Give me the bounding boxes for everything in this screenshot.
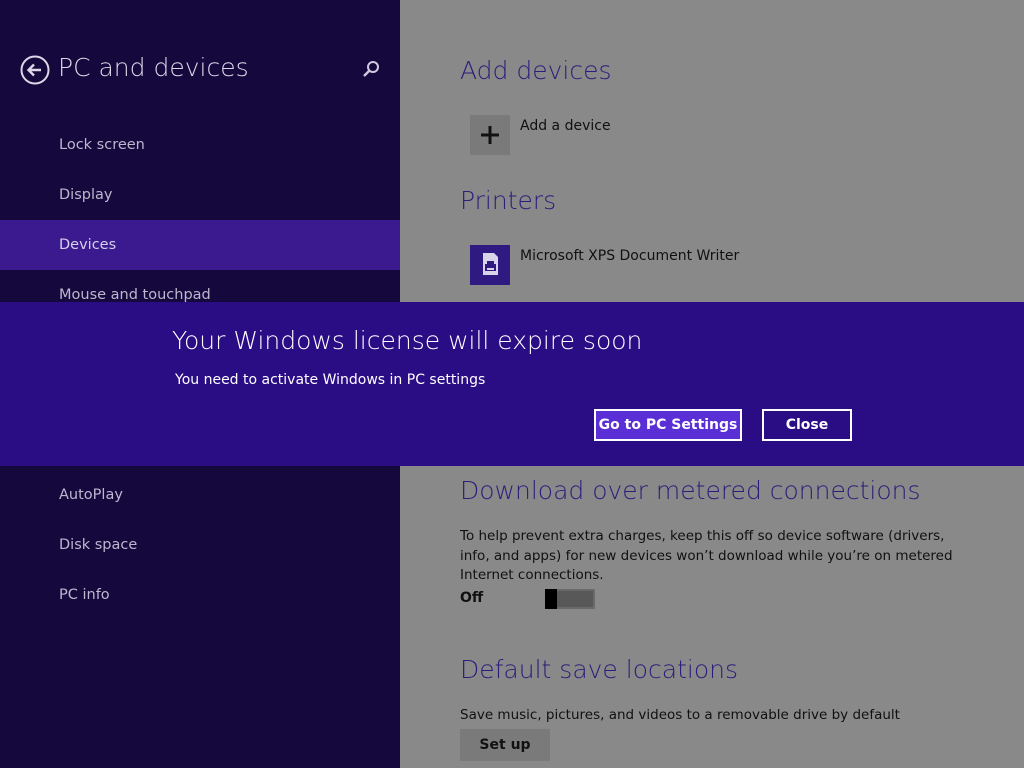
sidebar-item-autoplay[interactable]: AutoPlay <box>0 470 400 520</box>
sidebar-item-lock-screen[interactable]: Lock screen <box>0 120 400 170</box>
setup-button[interactable]: Set up <box>460 729 550 761</box>
banner-title: Your Windows license will expire soon <box>172 326 643 355</box>
printer-label[interactable]: Microsoft XPS Document Writer <box>520 248 739 264</box>
add-device-tile[interactable] <box>470 115 510 155</box>
sidebar-item-disk-space[interactable]: Disk space <box>0 520 400 570</box>
license-banner: Your Windows license will expire soon Yo… <box>0 302 1024 466</box>
close-button[interactable]: Close <box>762 409 852 441</box>
back-arrow-circle-icon[interactable] <box>20 55 50 85</box>
printers-heading: Printers <box>460 186 557 215</box>
add-devices-heading: Add devices <box>460 56 612 85</box>
sidebar-item-devices[interactable]: Devices <box>0 220 400 270</box>
plus-icon <box>481 126 499 144</box>
sidebar-item-pc-info[interactable]: PC info <box>0 570 400 620</box>
add-device-label[interactable]: Add a device <box>520 118 611 134</box>
save-locations-heading: Default save locations <box>460 655 738 684</box>
save-locations-description: Save music, pictures, and videos to a re… <box>460 707 900 723</box>
sidebar-item-display[interactable]: Display <box>0 170 400 220</box>
metered-toggle[interactable] <box>545 589 595 609</box>
go-to-pc-settings-button[interactable]: Go to PC Settings <box>594 409 742 441</box>
metered-heading: Download over metered connections <box>460 476 921 505</box>
metered-description: To help prevent extra charges, keep this… <box>460 528 953 583</box>
printer-tile[interactable] <box>470 245 510 285</box>
search-icon[interactable] <box>362 60 380 78</box>
toggle-thumb <box>545 589 557 609</box>
metered-toggle-state: Off <box>460 590 484 606</box>
printer-icon <box>483 253 498 275</box>
banner-message: You need to activate Windows in PC setti… <box>175 372 486 388</box>
page-title: PC and devices <box>58 53 249 82</box>
